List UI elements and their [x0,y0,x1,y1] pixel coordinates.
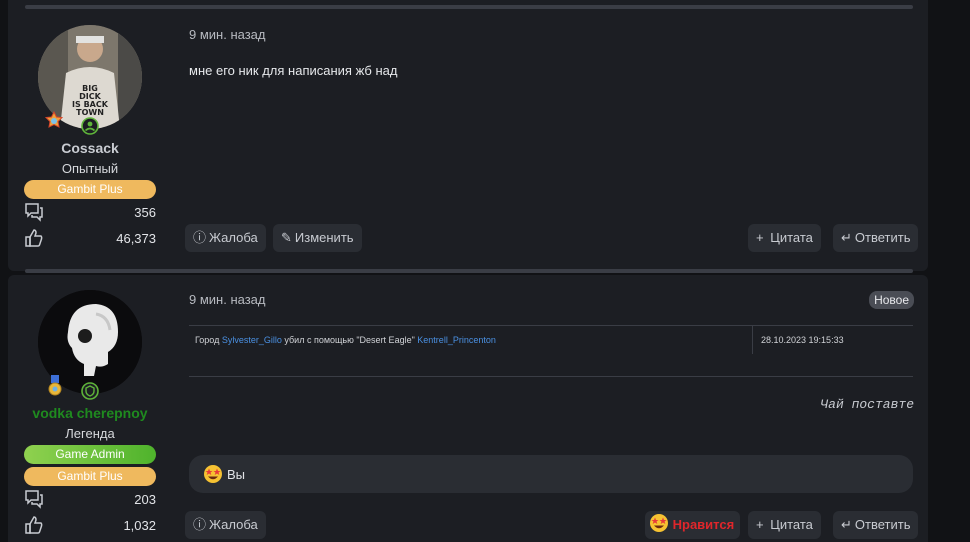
quote-label: Цитата [770,517,813,532]
group-badge-gambit-plus: Gambit Plus [24,180,156,199]
post-divider [25,5,913,9]
medal-icon[interactable] [44,110,64,131]
username[interactable]: Cossack [8,140,172,156]
quote-button[interactable]: + Цитата [748,224,821,252]
log-middle: убил с помощью "Desert Eagle" [284,335,415,345]
log-killer[interactable]: Sylvester_Gillo [222,335,282,345]
medal-icon[interactable] [45,375,65,396]
reply-button[interactable]: ↵ Ответить [833,511,919,539]
user-rank: Легенда [65,426,115,441]
thumbs-up-icon [25,516,43,534]
quote-button[interactable]: + Цитата [748,511,821,539]
pencil-icon: ✎ [281,230,292,245]
like-label: Нравится [672,517,735,532]
log-date: 28.10.2023 19:15:33 [761,335,844,345]
user-rank: Опытный [61,161,119,176]
messages-icon [25,203,43,222]
new-badge: Новое [869,291,914,309]
reactions-stat: 1,032 [24,515,156,535]
plus-icon: + [756,517,764,532]
group-badge-game-admin: Game Admin [24,445,156,464]
online-status-icon [81,117,99,135]
like-button[interactable]: Нравится [645,511,741,539]
messages-count: 356 [134,205,156,220]
log-prefix: Город [195,335,220,345]
reply-label: Ответить [854,230,911,245]
plus-icon: + [756,230,764,245]
reaction-users[interactable]: Вы [227,467,245,482]
reply-button[interactable]: ↵ Ответить [833,224,919,252]
log-divider [189,376,913,377]
reactions-bar[interactable]: Вы [189,455,913,493]
report-button[interactable]: ⓘ Жалоба [185,224,266,252]
star-eyes-emoji-icon [650,514,668,532]
messages-count: 203 [134,492,156,507]
warning-circle-icon: ⓘ [193,230,207,245]
report-label: Жалоба [209,230,258,245]
reply-arrow-icon: ↵ [841,517,852,532]
group-badge-gambit-plus: Gambit Plus [24,467,156,486]
messages-stat: 203 [24,489,156,509]
shield-icon [81,382,99,400]
messages-stat: 356 [24,202,156,222]
signature: Чай поставте [820,397,914,412]
post-card: BIG DICK IS BACK TOWN Cossack Опытный Ga… [8,0,928,271]
messages-icon [25,490,43,509]
post-time[interactable]: 9 мин. назад [189,27,265,42]
reply-arrow-icon: ↵ [841,230,852,245]
username[interactable]: vodka cherepnoy [8,405,172,421]
thumbs-up-icon [25,229,43,247]
reactions-count: 46,373 [116,231,156,246]
reply-label: Ответить [854,517,911,532]
report-button[interactable]: ⓘ Жалоба [185,511,266,539]
kill-log-table: Город Sylvester_Gillo убил с помощью "De… [189,325,913,377]
reactions-count: 1,032 [123,518,156,533]
post-time[interactable]: 9 мин. назад [189,292,265,307]
log-victim[interactable]: Kentrell_Princenton [417,335,496,345]
warning-circle-icon: ⓘ [193,517,207,532]
quote-label: Цитата [770,230,813,245]
log-column-divider [752,325,753,354]
post-message: мне его ник для написания жб над [189,63,398,78]
svg-text:TOWN: TOWN [76,108,104,117]
post-card: vodka cherepnoy Легенда Game Admin Gambi… [8,269,928,542]
report-label: Жалоба [209,517,258,532]
reactions-stat: 46,373 [24,228,156,248]
edit-button[interactable]: ✎ Изменить [273,224,362,252]
kill-log-entry: Город Sylvester_Gillo убил с помощью "De… [195,335,496,345]
edit-label: Изменить [294,230,354,245]
star-eyes-emoji-icon [203,464,223,487]
post-divider [25,269,913,273]
log-divider [189,325,913,326]
